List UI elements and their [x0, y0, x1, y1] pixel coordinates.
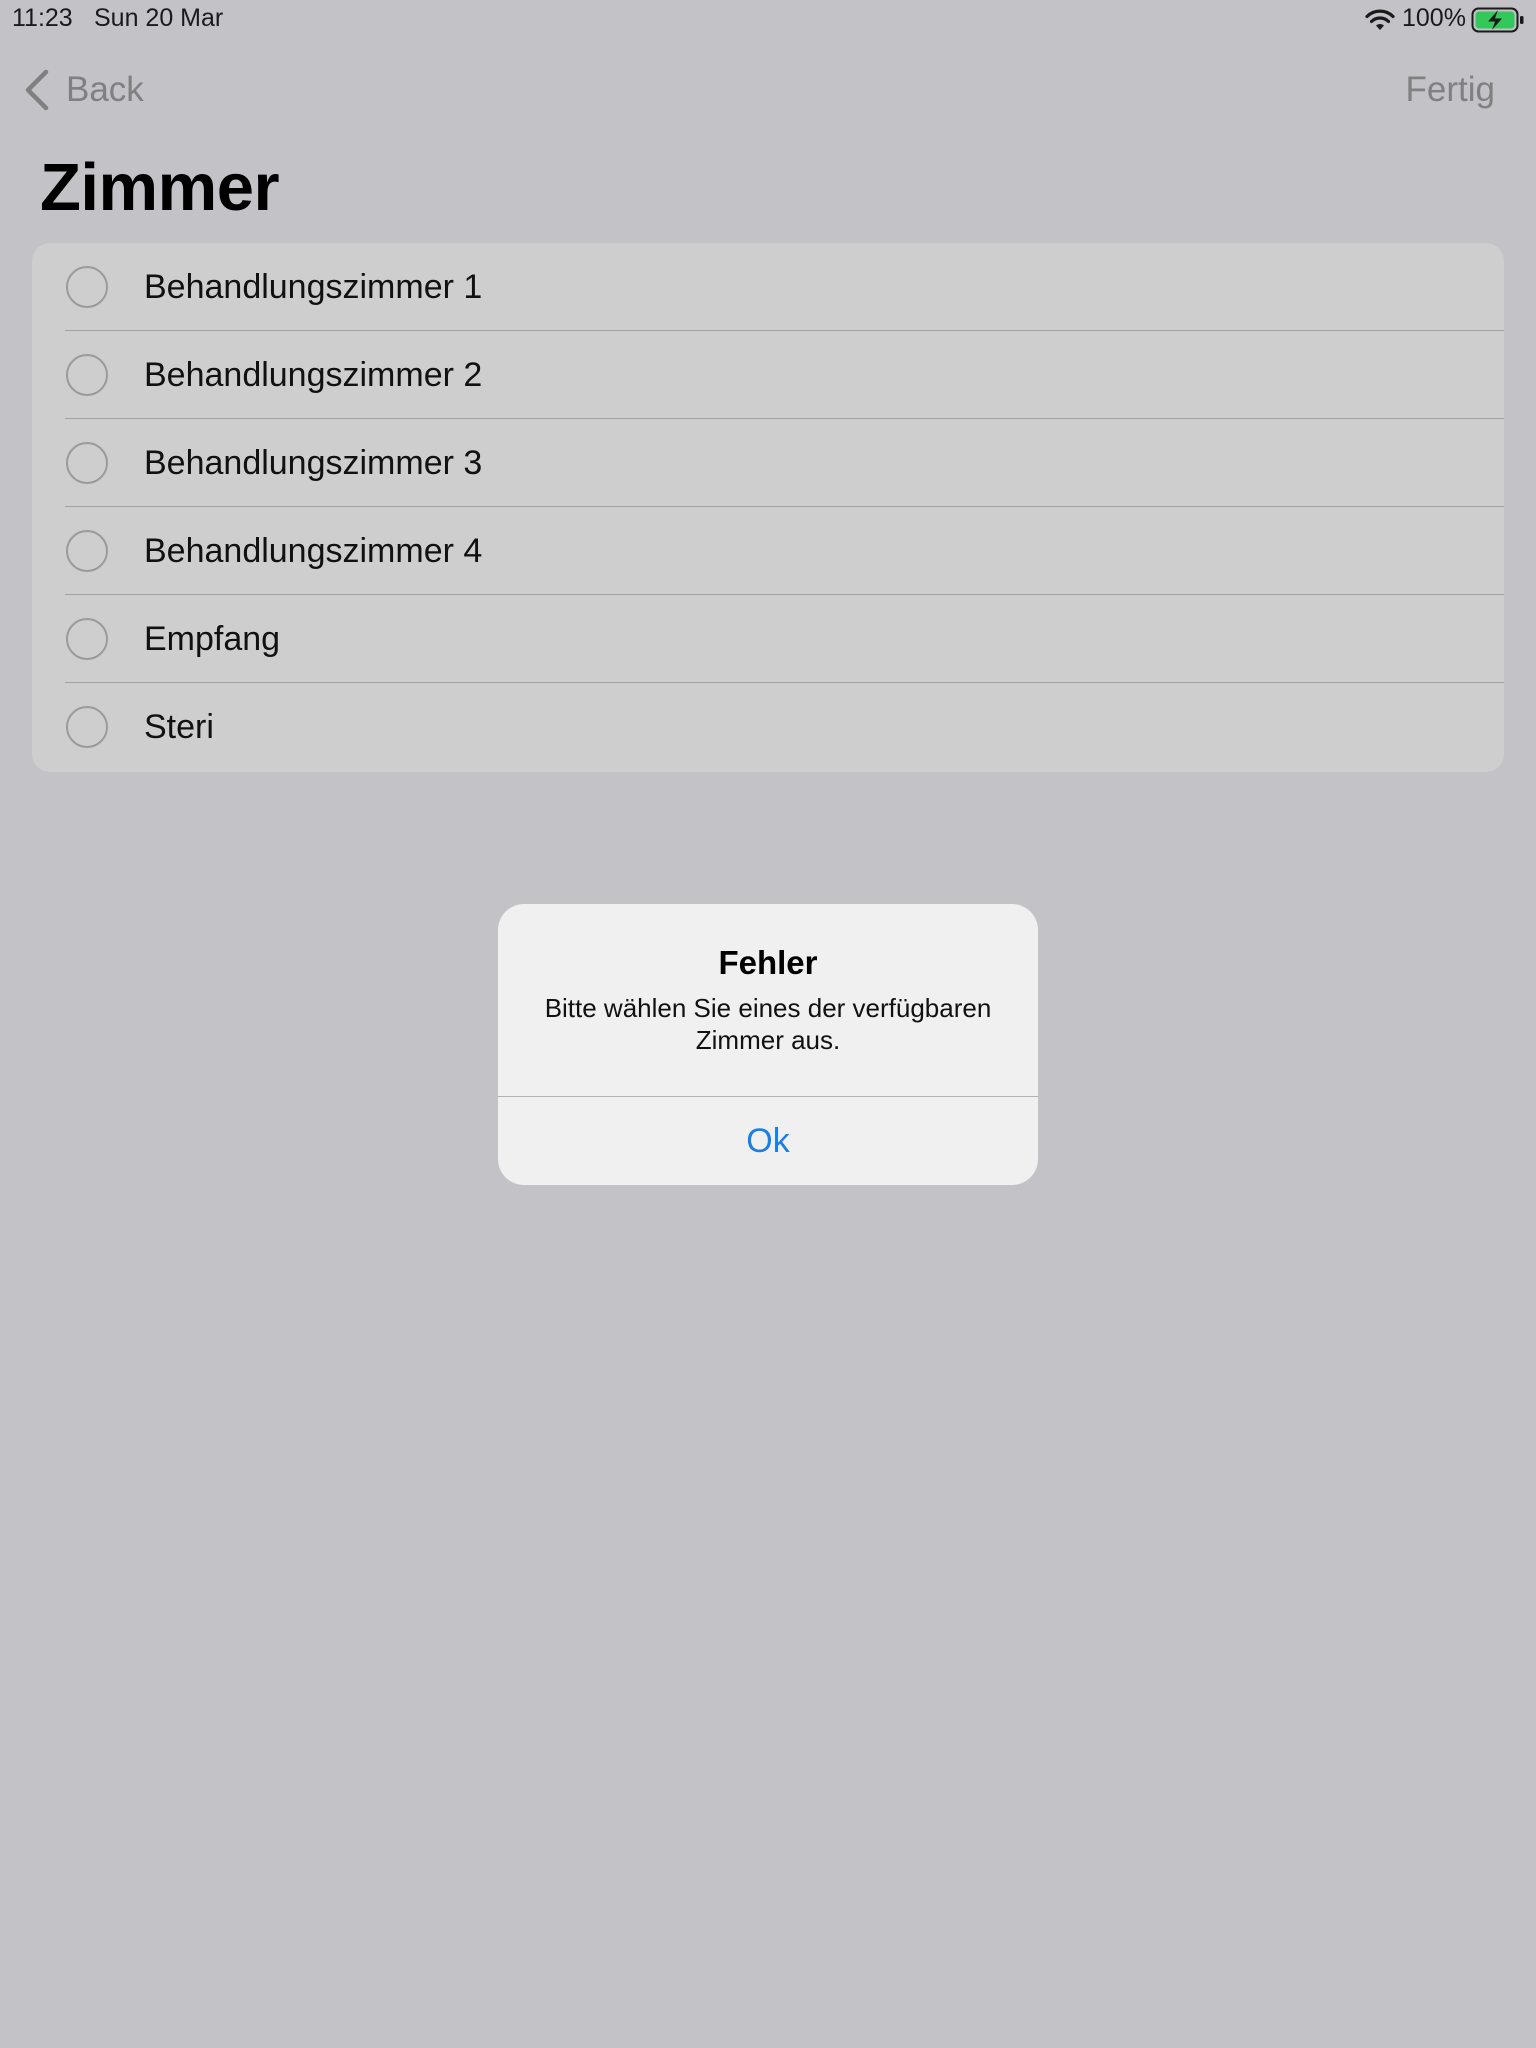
chevron-left-icon: [25, 69, 49, 111]
battery-percentage: 100%: [1402, 4, 1466, 32]
room-label: Behandlungszimmer 4: [144, 532, 483, 570]
radio-unchecked-icon[interactable]: [66, 530, 108, 572]
room-option-steri[interactable]: Steri: [32, 683, 1504, 771]
room-label: Behandlungszimmer 2: [144, 356, 483, 394]
radio-unchecked-icon[interactable]: [66, 442, 108, 484]
status-time: 11:23: [12, 4, 73, 32]
room-option-behandlungszimmer-2[interactable]: Behandlungszimmer 2: [32, 331, 1504, 419]
radio-unchecked-icon[interactable]: [66, 618, 108, 660]
status-date: Sun 20 Mar: [94, 4, 224, 32]
done-button[interactable]: Fertig: [1406, 66, 1495, 114]
radio-unchecked-icon[interactable]: [66, 266, 108, 308]
error-alert: Fehler Bitte wählen Sie eines der verfüg…: [498, 904, 1038, 1185]
status-bar: 11:23 Sun 20 Mar 100%: [0, 0, 1536, 40]
room-option-empfang[interactable]: Empfang: [32, 595, 1504, 683]
room-label: Behandlungszimmer 1: [144, 268, 483, 306]
alert-message: Bitte wählen Sie eines der verfügbaren Z…: [544, 993, 992, 1055]
battery-charging-icon: [1471, 7, 1524, 33]
room-option-behandlungszimmer-1[interactable]: Behandlungszimmer 1: [32, 243, 1504, 331]
alert-title: Fehler: [718, 944, 818, 981]
back-button-label: Back: [66, 70, 144, 109]
room-option-behandlungszimmer-4[interactable]: Behandlungszimmer 4: [32, 507, 1504, 595]
radio-unchecked-icon[interactable]: [66, 354, 108, 396]
room-option-behandlungszimmer-3[interactable]: Behandlungszimmer 3: [32, 419, 1504, 507]
page-title: Zimmer: [40, 150, 280, 225]
alert-ok-button[interactable]: Ok: [498, 1097, 1038, 1185]
radio-unchecked-icon[interactable]: [66, 706, 108, 748]
back-button[interactable]: Back: [22, 66, 144, 114]
room-label: Empfang: [144, 620, 281, 658]
room-selection-screen: 11:23 Sun 20 Mar 100% Back Fertig Zimmer…: [0, 0, 1536, 2048]
wifi-icon: [1365, 9, 1395, 30]
room-list: Behandlungszimmer 1 Behandlungszimmer 2 …: [32, 243, 1504, 772]
room-label: Behandlungszimmer 3: [144, 444, 483, 482]
room-label: Steri: [144, 708, 214, 746]
